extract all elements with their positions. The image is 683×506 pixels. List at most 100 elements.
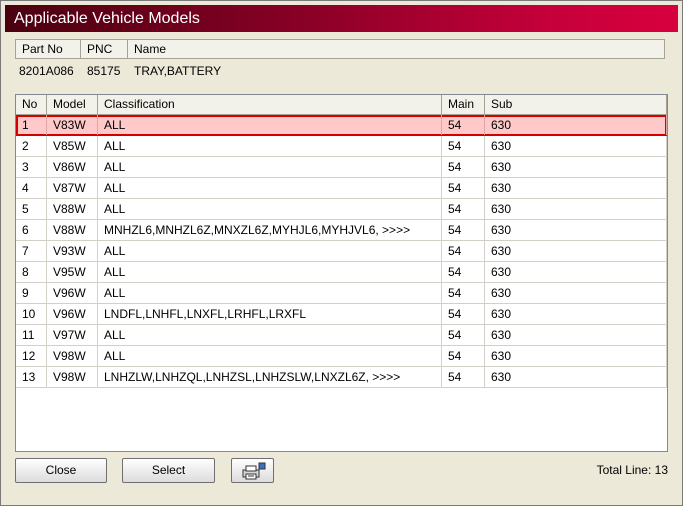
printer-icon	[242, 462, 265, 480]
cell-no: 12	[16, 346, 47, 366]
table-row[interactable]: 2 V85W ALL 54 630	[16, 136, 667, 157]
cell-main: 54	[442, 220, 485, 240]
cell-classification: ALL	[98, 136, 442, 156]
select-button[interactable]: Select	[122, 458, 215, 483]
cell-no: 9	[16, 283, 47, 303]
print-button[interactable]	[231, 458, 274, 483]
cell-classification: ALL	[98, 199, 442, 219]
window-title: Applicable Vehicle Models	[14, 10, 200, 27]
table-row[interactable]: 6 V88W MNHZL6,MNHZL6Z,MNXZL6Z,MYHJL6,MYHJV…	[16, 220, 667, 241]
pnc-value: 85175	[87, 64, 121, 78]
table-row[interactable]: 5 V88W ALL 54 630	[16, 199, 667, 220]
part-name-value: TRAY,BATTERY	[134, 64, 222, 78]
table-row[interactable]: 12 V98W ALL 54 630	[16, 346, 667, 367]
total-lines: Total Line: 13	[597, 463, 668, 477]
name-header: Name	[134, 42, 167, 56]
column-main[interactable]: Main	[442, 95, 485, 114]
column-sub[interactable]: Sub	[485, 95, 667, 114]
applicable-vehicle-models-dialog: Applicable Vehicle Models Part No PNC Na…	[0, 0, 683, 506]
cell-model: V98W	[47, 346, 98, 366]
cell-model: V87W	[47, 178, 98, 198]
cell-main: 54	[442, 346, 485, 366]
cell-classification: ALL	[98, 241, 442, 261]
cell-main: 54	[442, 199, 485, 219]
cell-classification: ALL	[98, 157, 442, 177]
table-row[interactable]: 11 V97W ALL 54 630	[16, 325, 667, 346]
cell-model: V83W	[47, 115, 98, 135]
cell-classification: ALL	[98, 346, 442, 366]
cell-classification: ALL	[98, 262, 442, 282]
cell-sub: 630	[485, 262, 667, 282]
cell-no: 8	[16, 262, 47, 282]
part-info-values: 8201A086 85175 TRAY,BATTERY	[15, 61, 665, 81]
cell-no: 7	[16, 241, 47, 261]
vehicle-models-grid[interactable]: No Model Classification Main Sub 1 V83W AL…	[15, 94, 668, 452]
cell-sub: 630	[485, 283, 667, 303]
column-classification[interactable]: Classification	[98, 95, 442, 114]
cell-no: 4	[16, 178, 47, 198]
total-label: Total Line:	[596, 463, 652, 477]
cell-no: 10	[16, 304, 47, 324]
cell-model: V95W	[47, 262, 98, 282]
cell-main: 54	[442, 241, 485, 261]
table-row[interactable]: 13 V98W LNHZLW,LNHZQL,LNHZSL,LNHZSLW,LNXZL…	[16, 367, 667, 388]
cell-classification: LNHZLW,LNHZQL,LNHZSL,LNHZSLW,LNXZL6Z, >>…	[98, 367, 442, 387]
close-button[interactable]: Close	[15, 458, 107, 483]
cell-sub: 630	[485, 136, 667, 156]
cell-model: V85W	[47, 136, 98, 156]
cell-main: 54	[442, 178, 485, 198]
cell-no: 1	[16, 115, 47, 135]
cell-no: 6	[16, 220, 47, 240]
title-bar[interactable]: Applicable Vehicle Models	[5, 5, 678, 32]
column-no[interactable]: No	[16, 95, 47, 114]
table-row[interactable]: 1 V83W ALL 54 630	[16, 115, 667, 136]
cell-classification: LNDFL,LNHFL,LNXFL,LRHFL,LRXFL	[98, 304, 442, 324]
cell-no: 2	[16, 136, 47, 156]
cell-model: V86W	[47, 157, 98, 177]
cell-model: V96W	[47, 304, 98, 324]
cell-model: V98W	[47, 367, 98, 387]
cell-sub: 630	[485, 178, 667, 198]
table-row[interactable]: 8 V95W ALL 54 630	[16, 262, 667, 283]
cell-classification: ALL	[98, 115, 442, 135]
cell-no: 13	[16, 367, 47, 387]
part-info-header: Part No PNC Name	[15, 39, 665, 59]
cell-sub: 630	[485, 199, 667, 219]
column-model[interactable]: Model	[47, 95, 98, 114]
cell-sub: 630	[485, 115, 667, 135]
cell-model: V96W	[47, 283, 98, 303]
table-row[interactable]: 3 V86W ALL 54 630	[16, 157, 667, 178]
cell-sub: 630	[485, 304, 667, 324]
cell-classification: ALL	[98, 178, 442, 198]
total-value: 13	[654, 463, 668, 477]
cell-no: 3	[16, 157, 47, 177]
cell-model: V88W	[47, 220, 98, 240]
table-row[interactable]: 4 V87W ALL 54 630	[16, 178, 667, 199]
cell-sub: 630	[485, 325, 667, 345]
cell-sub: 630	[485, 220, 667, 240]
cell-sub: 630	[485, 157, 667, 177]
cell-sub: 630	[485, 346, 667, 366]
part-no-header: Part No	[16, 40, 81, 58]
cell-main: 54	[442, 367, 485, 387]
cell-no: 11	[16, 325, 47, 345]
cell-model: V88W	[47, 199, 98, 219]
pnc-header: PNC	[81, 40, 128, 58]
grid-header: No Model Classification Main Sub	[16, 95, 667, 115]
cell-classification: MNHZL6,MNHZL6Z,MNXZL6Z,MYHJL6,MYHJVL6, >…	[98, 220, 442, 240]
cell-classification: ALL	[98, 283, 442, 303]
cell-model: V93W	[47, 241, 98, 261]
cell-main: 54	[442, 304, 485, 324]
cell-main: 54	[442, 283, 485, 303]
table-row[interactable]: 9 V96W ALL 54 630	[16, 283, 667, 304]
dialog-body: Part No PNC Name 8201A086 85175 TRAY,BAT…	[5, 32, 678, 503]
cell-sub: 630	[485, 241, 667, 261]
part-info: Part No PNC Name 8201A086 85175 TRAY,BAT…	[15, 39, 667, 87]
table-row[interactable]: 7 V93W ALL 54 630	[16, 241, 667, 262]
part-no-value: 8201A086	[19, 64, 74, 78]
table-row[interactable]: 10 V96W LNDFL,LNHFL,LNXFL,LRHFL,LRXFL 54 630	[16, 304, 667, 325]
cell-main: 54	[442, 325, 485, 345]
cell-main: 54	[442, 136, 485, 156]
cell-model: V97W	[47, 325, 98, 345]
cell-sub: 630	[485, 367, 667, 387]
